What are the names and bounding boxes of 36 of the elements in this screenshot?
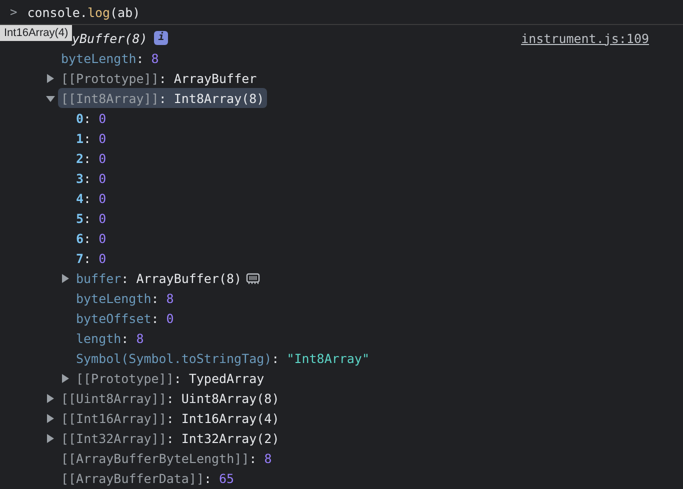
property-entry[interactable]: length: 8 [73, 328, 147, 348]
property-entry[interactable]: 0: 0 [73, 108, 110, 128]
collapsed-triangle-icon[interactable] [61, 374, 70, 382]
tooltip: Int16Array(4) [0, 25, 72, 41]
property-entry[interactable]: [[Uint8Array]]: Uint8Array(8) [58, 388, 282, 408]
collapsed-triangle-icon[interactable] [46, 74, 55, 82]
property-entry[interactable]: 5: 0 [73, 208, 110, 228]
property-entry[interactable]: [[ArrayBufferByteLength]]: 8 [58, 448, 275, 468]
memory-chip-icon[interactable] [246, 272, 260, 284]
info-badge[interactable]: i [154, 31, 168, 45]
property-entry[interactable]: [[Prototype]]: ArrayBuffer [58, 68, 260, 88]
object-summary[interactable]: yBuffer(8) [72, 30, 148, 46]
property-entry[interactable]: 3: 0 [73, 168, 110, 188]
collapsed-triangle-icon[interactable] [46, 434, 55, 442]
source-link[interactable]: instrument.js:109 [521, 30, 649, 46]
property-entry[interactable]: byteLength: 8 [73, 288, 177, 308]
property-entry[interactable]: 7: 0 [73, 248, 110, 268]
property-entry[interactable]: byteLength: 8 [58, 48, 162, 68]
collapsed-triangle-icon[interactable] [46, 414, 55, 422]
prompt-chevron: > [10, 5, 18, 19]
property-entry[interactable]: 1: 0 [73, 128, 110, 148]
property-entry[interactable]: 4: 0 [73, 188, 110, 208]
property-entry[interactable]: [[Prototype]]: TypedArray [73, 368, 268, 388]
console-command: console.log(ab) [27, 4, 140, 20]
property-entry[interactable]: 2: 0 [73, 148, 110, 168]
property-entry[interactable]: 6: 0 [73, 228, 110, 248]
collapsed-triangle-icon[interactable] [61, 274, 70, 282]
property-entry[interactable]: Symbol(Symbol.toStringTag): "Int8Array" [73, 348, 372, 368]
property-entry[interactable]: [[ArrayBufferData]]: 65 [58, 468, 238, 488]
property-entry[interactable]: byteOffset: 0 [73, 308, 177, 328]
property-entry[interactable]: [[Int8Array]]: Int8Array(8) [58, 88, 268, 108]
property-entry[interactable]: buffer: ArrayBuffer(8) [73, 268, 245, 288]
property-entry[interactable]: [[Int16Array]]: Int16Array(4) [58, 408, 282, 428]
expanded-triangle-icon[interactable] [46, 94, 55, 102]
collapsed-triangle-icon[interactable] [46, 394, 55, 402]
property-entry[interactable]: [[Int32Array]]: Int32Array(2) [58, 428, 282, 448]
